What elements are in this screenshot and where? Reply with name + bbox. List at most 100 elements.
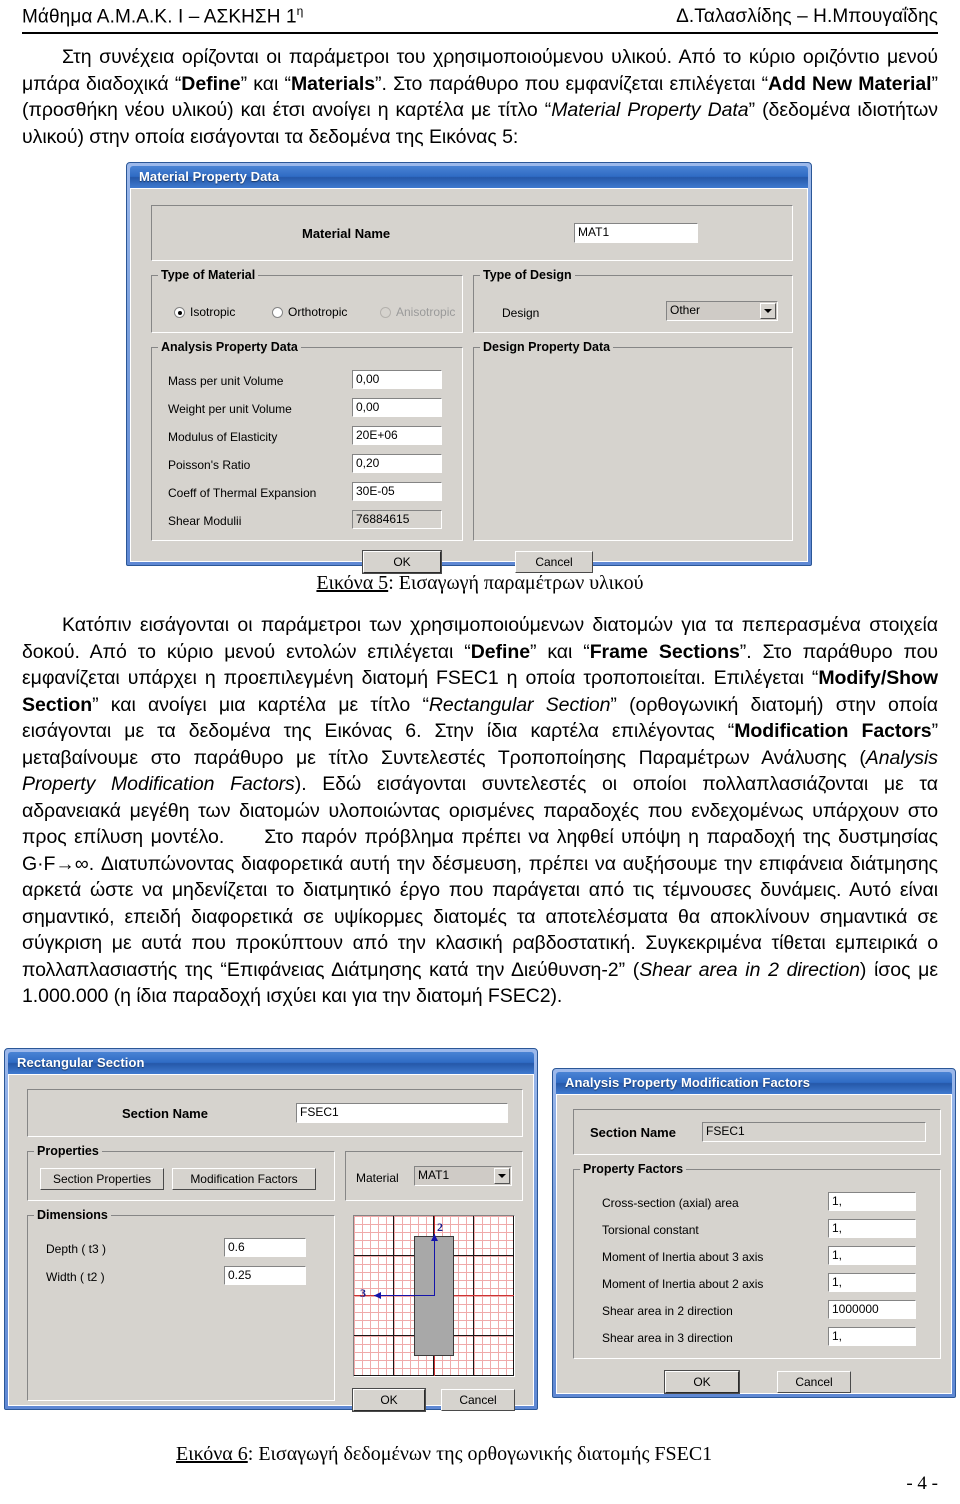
moment-inertia-2-axis-field[interactable]: 1,: [828, 1273, 916, 1292]
material-combobox-value: MAT1: [418, 1168, 450, 1182]
mf-cancel-button[interactable]: Cancel: [777, 1371, 851, 1393]
material-property-data-titlebar: Material Property Data: [130, 166, 808, 188]
p1-text-3: ”. Στο παράθυρο που εμφανίζεται επιλέγετ…: [375, 72, 769, 95]
section-name-label: Section Name: [122, 1106, 208, 1121]
header-course-title: Μάθημα Α.Μ.Α.Κ. Ι – ΑΣΚΗΣΗ 1η: [22, 4, 304, 28]
p2-bold-define: Define: [470, 640, 530, 663]
preview-axis3-arrow: [374, 1295, 435, 1296]
dimensions-group: Dimensions Depth ( t3 ) 0.6 Width ( t2 )…: [27, 1208, 335, 1401]
p2-text-4: ” και ανοίγει μια καρτέλα με τίτλο “: [92, 693, 429, 716]
weight-per-unit-volume-field[interactable]: 0,00: [352, 398, 442, 417]
figure-5-caption-text: : Εισαγωγή παραμέτρων υλικού: [388, 572, 644, 594]
material-label: Material: [356, 1171, 399, 1185]
header-divider: [22, 32, 938, 34]
mass-per-unit-volume-label: Mass per unit Volume: [168, 374, 284, 388]
material-property-data-dialog[interactable]: Material Property Data Material Name MAT…: [126, 162, 812, 573]
section-name-group: Section Name FSEC1: [27, 1089, 523, 1137]
analysis-property-data-title: Analysis Property Data: [158, 340, 301, 354]
mass-per-unit-volume-field[interactable]: 0,00: [352, 370, 442, 389]
paragraph-sections-intro: Κατόπιν εισάγονται οι παράμετροι των χρη…: [22, 612, 938, 1010]
rectangular-section-ok-button[interactable]: OK: [353, 1389, 425, 1411]
p1-bold-materials: Materials: [290, 72, 376, 95]
weight-per-unit-volume-label: Weight per unit Volume: [168, 402, 292, 416]
rectangular-section-cancel-button[interactable]: Cancel: [441, 1389, 515, 1411]
coeff-thermal-expansion-field[interactable]: 30E-05: [352, 482, 442, 501]
material-combobox[interactable]: MAT1: [414, 1166, 512, 1186]
page-running-header: Μάθημα Α.Μ.Α.Κ. Ι – ΑΣΚΗΣΗ 1η Δ.Ταλασλίδ…: [22, 4, 938, 28]
modification-factors-button[interactable]: Modification Factors: [172, 1168, 316, 1190]
shear-area-2-direction-label: Shear area in 2 direction: [602, 1304, 733, 1318]
depth-t3-field[interactable]: 0.6: [224, 1238, 306, 1257]
type-of-material-title: Type of Material: [158, 268, 259, 282]
poissons-ratio-label: Poisson's Ratio: [168, 458, 251, 472]
properties-group: Properties Section Properties Modificati…: [27, 1144, 335, 1201]
material-name-label: Material Name: [302, 226, 391, 241]
material-name-group: Material Name MAT1: [151, 205, 793, 261]
material-ok-button[interactable]: OK: [363, 551, 441, 573]
moment-inertia-3-axis-field[interactable]: 1,: [828, 1246, 916, 1265]
radio-orthotropic[interactable]: Orthotropic: [272, 306, 347, 319]
p1-italic-material-property-data: Material Property Data: [551, 99, 749, 121]
mf-ok-button[interactable]: OK: [665, 1371, 739, 1393]
shear-area-2-direction-field[interactable]: 1000000: [828, 1300, 916, 1319]
header-course-title-superscript: η: [296, 4, 304, 18]
design-combobox[interactable]: Other: [666, 301, 778, 321]
chevron-down-icon[interactable]: [494, 1168, 510, 1184]
depth-t3-label: Depth ( t3 ): [46, 1242, 107, 1256]
dimensions-group-title: Dimensions: [34, 1208, 111, 1222]
p2-bold-modification-factors: Modification Factors: [734, 720, 932, 742]
radio-anisotropic: Anisotropic: [380, 306, 455, 319]
preview-axis2-arrow: [434, 1234, 435, 1296]
figure-5-caption-number: Εικόνα 5: [316, 572, 389, 594]
figure-5-caption: Εικόνα 5: Εισαγωγή παραμέτρων υλικού: [0, 572, 960, 595]
modification-factors-titlebar: Analysis Property Modification Factors: [556, 1072, 952, 1094]
chevron-down-icon[interactable]: [760, 303, 776, 319]
material-name-field[interactable]: MAT1: [574, 223, 698, 243]
design-combobox-value: Other: [670, 303, 701, 317]
figure-6-caption: Εικόνα 6: Εισαγωγή δεδομένων της ορθογων…: [176, 1443, 712, 1466]
mf-section-name-label: Section Name: [590, 1125, 676, 1140]
preview-axis-3-label: 3: [360, 1286, 366, 1300]
width-t2-field[interactable]: 0.25: [224, 1266, 306, 1285]
property-factors-group-title: Property Factors: [580, 1162, 687, 1176]
shear-modulii-field: 76884615: [352, 510, 442, 529]
design-property-data-group: Design Property Data: [473, 340, 793, 541]
modulus-of-elasticity-field[interactable]: 20E+06: [352, 426, 442, 445]
figure-6-caption-text: : Εισαγωγή δεδομένων της ορθογωνικής δια…: [247, 1443, 713, 1465]
moment-inertia-3-axis-label: Moment of Inertia about 3 axis: [602, 1250, 764, 1264]
cross-section-axial-area-label: Cross-section (axial) area: [602, 1196, 739, 1210]
torsional-constant-field[interactable]: 1,: [828, 1219, 916, 1238]
section-preview: 2 3: [353, 1215, 515, 1377]
p1-bold-add-new-material: Add New Material: [768, 72, 932, 95]
property-factors-group: Property Factors Cross-section (axial) a…: [573, 1162, 941, 1359]
p1-bold-define: Define: [181, 72, 241, 95]
section-name-field[interactable]: FSEC1: [296, 1103, 508, 1123]
material-cancel-button[interactable]: Cancel: [515, 551, 593, 573]
modification-factors-client: Section Name FSEC1 Property Factors Cros…: [556, 1094, 952, 1394]
moment-inertia-2-axis-label: Moment of Inertia about 2 axis: [602, 1277, 764, 1291]
p2-italic-rectangular-section: Rectangular Section: [428, 693, 611, 716]
design-label: Design: [502, 306, 540, 320]
rectangular-section-client: Section Name FSEC1 Properties Section Pr…: [8, 1074, 534, 1411]
type-of-design-title: Type of Design: [480, 268, 575, 282]
poissons-ratio-field[interactable]: 0,20: [352, 454, 442, 473]
section-properties-button[interactable]: Section Properties: [40, 1168, 164, 1190]
width-t2-label: Width ( t2 ): [46, 1270, 105, 1284]
analysis-property-modification-factors-dialog[interactable]: Analysis Property Modification Factors S…: [552, 1068, 956, 1398]
radio-isotropic[interactable]: Isotropic: [174, 306, 235, 319]
header-authors: Δ.Ταλασλίδης – Η.Μπουγαΐδης: [676, 6, 938, 28]
type-of-design-group: Type of Design Design Other: [473, 268, 793, 333]
coeff-thermal-expansion-label: Coeff of Thermal Expansion: [168, 486, 317, 500]
rectangular-section-dialog[interactable]: Rectangular Section Section Name FSEC1 P…: [4, 1048, 538, 1411]
mf-section-name-field: FSEC1: [702, 1122, 926, 1142]
paragraph-material-intro: Στη συνέχεια ορίζονται οι παράμετροι του…: [22, 44, 938, 150]
shear-area-3-direction-field[interactable]: 1,: [828, 1327, 916, 1346]
page-number: - 4 -: [906, 1473, 938, 1494]
modulus-of-elasticity-label: Modulus of Elasticity: [168, 430, 278, 444]
rectangular-section-titlebar: Rectangular Section: [8, 1052, 534, 1074]
p2-text-2: ” και “: [529, 640, 590, 663]
material-group: Material MAT1: [345, 1151, 523, 1201]
shear-modulii-label: Shear Modulii: [168, 514, 242, 528]
cross-section-axial-area-field[interactable]: 1,: [828, 1192, 916, 1211]
design-property-data-title: Design Property Data: [480, 340, 614, 354]
